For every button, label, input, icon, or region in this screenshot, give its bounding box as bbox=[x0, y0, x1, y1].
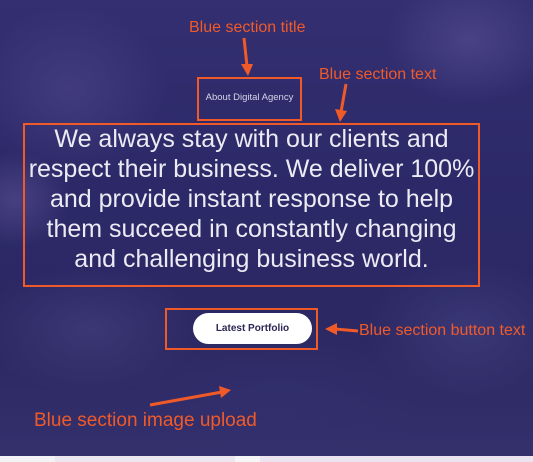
annotation-text-label: Blue section text bbox=[319, 66, 437, 83]
arrow-to-image bbox=[149, 390, 223, 407]
arrowhead-button bbox=[325, 323, 337, 335]
arrowhead-title bbox=[241, 64, 253, 76]
annotation-image-label: Blue section image upload bbox=[34, 410, 257, 431]
annotation-button-label: Blue section button text bbox=[359, 322, 526, 339]
arrowhead-image bbox=[219, 386, 231, 398]
arrow-to-button bbox=[334, 327, 359, 333]
arrow-to-text bbox=[339, 83, 348, 113]
annotation-arrows bbox=[149, 37, 359, 407]
arrowhead-text bbox=[335, 109, 347, 122]
arrow-to-title bbox=[242, 37, 249, 67]
annotation-title-label: Blue section title bbox=[189, 19, 306, 36]
